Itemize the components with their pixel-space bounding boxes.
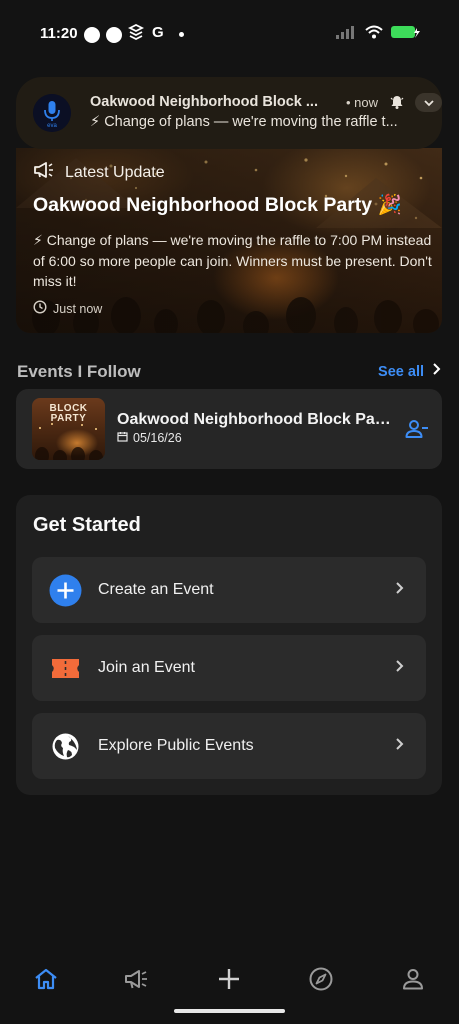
update-timestamp: Just now [33,300,102,317]
home-indicator[interactable] [174,1009,285,1013]
create-event-button[interactable]: Create an Event [32,557,426,623]
app-notification-circle-icon [84,27,100,43]
calendar-icon [117,431,128,445]
join-event-label: Join an Event [98,659,195,676]
plus-icon [219,969,239,989]
event-thumbnail-text: BLOCK PARTY [49,403,88,424]
event-date: 05/16/26 [117,431,182,445]
nav-home[interactable] [32,965,60,993]
compass-icon [309,967,333,991]
nav-create[interactable] [215,965,243,993]
microphone-icon: eva [33,94,71,132]
push-notification[interactable]: eva Oakwood Neighborhood Block ... • now… [16,77,442,149]
create-event-label: Create an Event [98,581,214,598]
stack-icon [127,23,145,44]
get-started-card: Get Started Create an Event Join an Even… [16,495,442,795]
megaphone-icon [33,161,55,184]
plus-circle-icon [49,574,82,607]
google-icon: G [152,24,164,41]
megaphone-icon [125,970,147,989]
see-all-link[interactable]: See all [378,362,441,381]
globe-icon [49,730,82,763]
see-all-label: See all [378,363,424,380]
clock-icon [33,300,47,317]
notification-body: ⚡ Change of plans — we're moving the raf… [90,114,398,130]
join-event-button[interactable]: Join an Event [32,635,426,701]
events-follow-title: Events I Follow [17,362,141,381]
nav-explore[interactable] [307,965,335,993]
wifi-icon [365,25,383,44]
get-started-title: Get Started [33,514,141,536]
person-icon [403,969,423,990]
explore-public-events-label: Explore Public Events [98,737,254,754]
event-date-text: 05/16/26 [133,431,182,445]
status-bar: 11:20 G [0,0,459,66]
more-notifications-dot [179,32,184,37]
nav-profile[interactable] [399,965,427,993]
bottom-navigation [0,955,459,1005]
notification-time: • now [346,95,379,110]
bell-icon[interactable] [390,95,404,114]
explore-public-events-button[interactable]: Explore Public Events [32,713,426,779]
chevron-right-icon [395,659,404,678]
chevron-right-icon [395,581,404,600]
notification-title: Oakwood Neighborhood Block ... [90,94,318,110]
status-time: 11:20 [40,25,78,42]
person-remove-icon[interactable] [405,419,429,444]
chevron-right-icon [395,737,404,756]
update-time-text: Just now [53,301,103,316]
latest-update-badge: Latest Update [33,161,165,184]
home-icon [35,968,57,990]
update-title: Oakwood Neighborhood Block Party 🎉 [33,194,402,216]
app-avatar: eva [33,94,71,132]
latest-update-card[interactable]: Latest Update Oakwood Neighborhood Block… [16,148,442,333]
event-thumbnail: BLOCK PARTY [32,398,105,460]
ticket-icon [49,652,82,685]
update-body: ⚡ Change of plans — we're moving the raf… [33,232,432,289]
followed-event-card[interactable]: BLOCK PARTY Oakwood Neighborhood Block P… [16,389,442,469]
nav-updates[interactable] [123,965,151,993]
app-label: eva [47,123,57,129]
event-name: Oakwood Neighborhood Block Party 🎉 [117,411,393,428]
expand-notification-button[interactable] [415,93,442,112]
signal-icon [335,25,357,44]
app-notification-circle-icon [106,27,122,43]
chevron-down-icon [423,99,434,106]
battery-charging-icon [391,25,421,44]
latest-update-label: Latest Update [65,163,165,181]
chevron-right-icon [432,362,441,381]
